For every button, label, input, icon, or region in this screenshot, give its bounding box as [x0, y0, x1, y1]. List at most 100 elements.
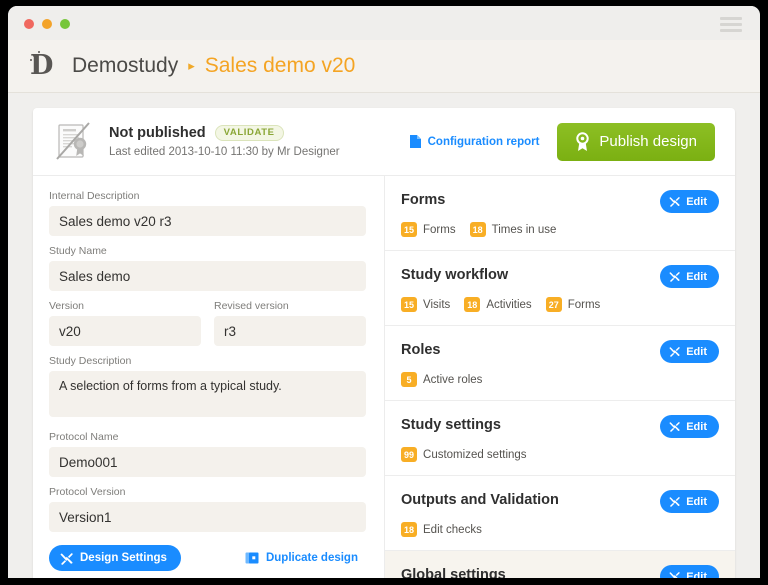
stat-item: 15 Visits	[401, 297, 450, 312]
field-label-version: Version	[49, 300, 201, 312]
stat-item: 18 Times in use	[470, 222, 557, 237]
edit-study-settings-button[interactable]: Edit	[660, 415, 719, 438]
last-edited-text: Last edited 2013-10-10 11:30 by Mr Desig…	[109, 146, 409, 158]
duplicate-design-link[interactable]: Duplicate design	[245, 551, 358, 565]
internal-description-input[interactable]	[49, 206, 366, 236]
stat-label: Active roles	[423, 374, 482, 386]
form-actions: Design Settings Duplicate design	[49, 545, 366, 571]
edit-label: Edit	[686, 421, 707, 433]
edit-forms-button[interactable]: Edit	[660, 190, 719, 213]
field-study-name: Study Name	[49, 245, 366, 291]
stat-label: Customized settings	[423, 449, 527, 461]
section-title-study-workflow: Study workflow	[401, 265, 508, 285]
unpublished-certificate-icon	[51, 119, 97, 165]
tools-icon	[669, 346, 680, 357]
configuration-report-label: Configuration report	[428, 136, 540, 148]
stat-badge: 5	[401, 372, 417, 387]
design-settings-button[interactable]: Design Settings	[49, 545, 181, 571]
section-roles: Roles Edit	[385, 326, 735, 401]
edit-label: Edit	[686, 496, 707, 508]
browser-window: D Demostudy ▸ Sales demo v20	[8, 6, 760, 578]
protocol-name-input[interactable]	[49, 447, 366, 477]
stat-label: Visits	[423, 299, 450, 311]
revised-version-input[interactable]	[214, 316, 366, 346]
edit-study-workflow-button[interactable]: Edit	[660, 265, 719, 288]
edit-roles-button[interactable]: Edit	[660, 340, 719, 363]
section-title-study-settings: Study settings	[401, 415, 501, 435]
section-outputs-and-validation: Outputs and Validation	[385, 476, 735, 551]
stat-badge: 15	[401, 222, 417, 237]
maximize-button[interactable]	[60, 19, 70, 29]
stat-badge: 18	[464, 297, 480, 312]
section-study-settings: Study settings	[385, 401, 735, 476]
field-revised-version: Revised version	[214, 300, 366, 346]
section-title-forms: Forms	[401, 190, 445, 210]
document-icon	[409, 134, 422, 149]
duplicate-design-label: Duplicate design	[266, 552, 358, 564]
edit-outputs-and-validation-button[interactable]: Edit	[660, 490, 719, 513]
stat-label: Times in use	[492, 224, 557, 236]
stat-item: 18 Edit checks	[401, 522, 482, 537]
version-input[interactable]	[49, 316, 201, 346]
section-stats: 5 Active roles	[401, 372, 719, 387]
stat-label: Activities	[486, 299, 531, 311]
edit-global-settings-button[interactable]: Edit	[660, 565, 719, 578]
app-logo-icon: D	[30, 51, 58, 81]
tools-icon	[669, 421, 680, 432]
protocol-version-input[interactable]	[49, 502, 366, 532]
section-title-roles: Roles	[401, 340, 441, 360]
configuration-report-link[interactable]: Configuration report	[409, 134, 540, 149]
version-row: Version Revised version	[49, 300, 366, 355]
field-label-study-name: Study Name	[49, 245, 366, 257]
tools-icon	[669, 571, 680, 578]
edit-label: Edit	[686, 346, 707, 358]
page-body: Not published VALIDATE Last edited 2013-…	[8, 93, 760, 578]
stat-badge: 18	[401, 522, 417, 537]
field-protocol-version: Protocol Version	[49, 486, 366, 532]
section-title-outputs-and-validation: Outputs and Validation	[401, 490, 559, 510]
stat-item: 18 Activities	[464, 297, 531, 312]
field-label-protocol-name: Protocol Name	[49, 431, 366, 443]
validate-badge[interactable]: VALIDATE	[215, 125, 284, 142]
breadcrumb-current[interactable]: Sales demo v20	[205, 54, 356, 78]
section-stats: 18 Edit checks	[401, 522, 719, 537]
copy-icon	[245, 551, 259, 565]
minimize-button[interactable]	[42, 19, 52, 29]
publish-design-button[interactable]: Publish design	[557, 123, 715, 161]
stat-label: Forms	[423, 224, 456, 236]
close-button[interactable]	[24, 19, 34, 29]
card-header-actions: Configuration report Publish design	[409, 123, 715, 161]
section-study-workflow: Study workflow	[385, 251, 735, 326]
card-header-text: Not published VALIDATE Last edited 2013-…	[109, 125, 409, 159]
edit-label: Edit	[686, 196, 707, 208]
hamburger-menu-icon[interactable]	[720, 17, 742, 32]
tools-icon	[669, 271, 680, 282]
card-header: Not published VALIDATE Last edited 2013-…	[33, 108, 735, 176]
field-version: Version	[49, 300, 201, 346]
design-sections-list: Forms Edit	[385, 176, 735, 578]
card-body: Internal Description Study Name Version	[33, 176, 735, 578]
edit-label: Edit	[686, 571, 707, 579]
publish-status-title: Not published	[109, 125, 206, 141]
stat-item: 27 Forms	[546, 297, 601, 312]
field-label-study-description: Study Description	[49, 355, 366, 367]
edit-label: Edit	[686, 271, 707, 283]
study-description-textarea[interactable]: A selection of forms from a typical stud…	[49, 371, 366, 417]
tools-icon	[669, 496, 680, 507]
design-settings-label: Design Settings	[80, 552, 167, 564]
stat-label: Edit checks	[423, 524, 482, 536]
section-stats: 99 Customized settings	[401, 447, 719, 462]
window-titlebar	[8, 6, 760, 40]
ribbon-award-icon	[575, 132, 590, 152]
section-stats: 15 Forms 18 Times in use	[401, 222, 719, 237]
study-name-input[interactable]	[49, 261, 366, 291]
breadcrumb-root[interactable]: Demostudy	[72, 54, 178, 78]
stat-item: 5 Active roles	[401, 372, 482, 387]
section-title-global-settings: Global settings	[401, 565, 506, 578]
study-design-card: Not published VALIDATE Last edited 2013-…	[33, 108, 735, 578]
field-label-internal-description: Internal Description	[49, 190, 366, 202]
stat-badge: 15	[401, 297, 417, 312]
stat-badge: 27	[546, 297, 562, 312]
stat-badge: 99	[401, 447, 417, 462]
field-protocol-name: Protocol Name	[49, 431, 366, 477]
